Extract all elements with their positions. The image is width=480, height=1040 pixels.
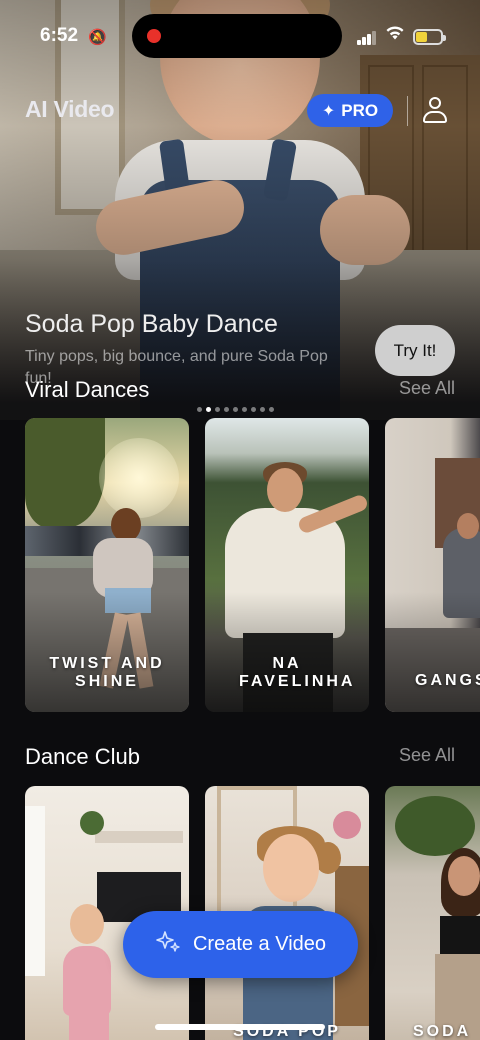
card-label: TWIST AND SHINE bbox=[49, 655, 165, 690]
section-title-dance-club: Dance Club bbox=[25, 744, 140, 769]
sparkles-icon bbox=[155, 929, 181, 961]
battery-icon bbox=[413, 29, 446, 45]
home-indicator[interactable] bbox=[155, 1024, 325, 1030]
bell-slash-icon: 🔕 bbox=[88, 29, 107, 46]
create-video-button[interactable]: Create a Video bbox=[123, 911, 358, 978]
video-card[interactable]: NA FAVELINHA bbox=[205, 418, 369, 712]
profile-icon[interactable] bbox=[423, 97, 447, 125]
carousel-dot[interactable] bbox=[233, 407, 238, 412]
section-title-viral-dances: Viral Dances bbox=[25, 377, 150, 402]
carousel-dot[interactable] bbox=[197, 407, 202, 412]
pro-button[interactable]: ✦ PRO bbox=[307, 94, 393, 127]
see-all-dance-club[interactable]: See All bbox=[399, 745, 455, 766]
cellular-signal-icon bbox=[357, 31, 377, 45]
carousel-dot[interactable] bbox=[224, 407, 229, 412]
card-label: NA FAVELINHA bbox=[239, 655, 356, 690]
pro-label: PRO bbox=[341, 100, 379, 120]
create-video-label: Create a Video bbox=[192, 933, 327, 955]
carousel-dot[interactable] bbox=[215, 407, 220, 412]
carousel-page-indicator[interactable] bbox=[197, 407, 274, 413]
card-label: GANGS bbox=[415, 672, 480, 689]
status-time: 6:52 bbox=[40, 25, 79, 46]
carousel-dot[interactable] bbox=[269, 407, 274, 412]
try-it-button[interactable]: Try It! bbox=[375, 325, 455, 376]
recording-indicator-icon bbox=[147, 29, 161, 43]
header-divider bbox=[407, 96, 408, 126]
video-card[interactable]: TWIST AND SHINE bbox=[25, 418, 189, 712]
app-title: AI Video bbox=[25, 96, 115, 122]
see-all-viral-dances[interactable]: See All bbox=[399, 378, 455, 399]
dynamic-island bbox=[132, 14, 342, 58]
video-card[interactable]: SODA bbox=[385, 786, 480, 1040]
hero-title: Soda Pop Baby Dance bbox=[25, 310, 278, 338]
video-card[interactable]: GANGS bbox=[385, 418, 480, 712]
viral-dances-row[interactable]: TWIST AND SHINE NA FAVELINHA GANGS bbox=[25, 418, 480, 712]
card-label: SODA bbox=[413, 1023, 472, 1040]
carousel-dot[interactable] bbox=[260, 407, 265, 412]
sparkle-icon: ✦ bbox=[321, 102, 336, 120]
wifi-icon bbox=[385, 25, 405, 46]
carousel-dot[interactable] bbox=[242, 407, 247, 412]
carousel-dot[interactable] bbox=[251, 407, 256, 412]
carousel-dot[interactable] bbox=[206, 407, 211, 412]
